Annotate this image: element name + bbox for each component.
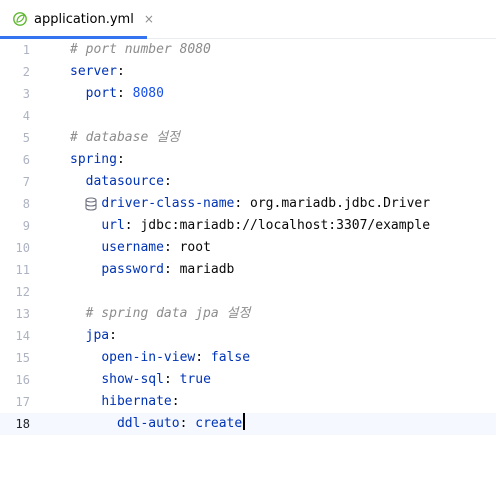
code-line-current[interactable]: 18 ddl-auto: create bbox=[0, 413, 496, 435]
code-line[interactable]: 3 port: 8080 bbox=[0, 83, 496, 105]
yaml-value: org.mariadb.jdbc.Driver bbox=[250, 196, 431, 211]
colon: : bbox=[124, 218, 141, 233]
line-number: 3 bbox=[22, 87, 30, 101]
yaml-key: ddl-auto bbox=[116, 416, 180, 431]
colon: : bbox=[116, 152, 125, 167]
code-line[interactable]: 17 hibernate: bbox=[0, 391, 496, 413]
yaml-value: root bbox=[179, 240, 211, 255]
code-line[interactable]: 7 datasource: bbox=[0, 171, 496, 211]
colon: : bbox=[163, 240, 180, 255]
line-number: 10 bbox=[15, 241, 30, 255]
line-number: 6 bbox=[22, 153, 30, 167]
line-number: 17 bbox=[15, 395, 30, 409]
yaml-key: show-sql bbox=[101, 372, 164, 387]
code-line[interactable]: 13 # spring data jpa 설정 bbox=[0, 303, 496, 325]
line-number: 12 bbox=[15, 285, 30, 299]
code-editor[interactable]: 1 # port number 8080 2 server: 3 port: 8… bbox=[0, 39, 496, 438]
line-number: 1 bbox=[22, 43, 30, 57]
line-number: 9 bbox=[22, 219, 30, 233]
close-icon[interactable]: × bbox=[144, 12, 154, 26]
code-line[interactable]: 9 url: jdbc:mariadb://localhost:3307/exa… bbox=[0, 215, 496, 237]
line-number: 4 bbox=[22, 109, 30, 123]
yaml-key: open-in-view bbox=[101, 350, 196, 365]
line-number: 15 bbox=[15, 351, 30, 365]
line-number: 2 bbox=[22, 65, 30, 79]
yaml-key: url bbox=[101, 218, 125, 233]
yaml-key: spring bbox=[70, 152, 117, 167]
line-number: 14 bbox=[15, 329, 30, 343]
code-line[interactable]: 10 username: root bbox=[0, 237, 496, 259]
database-icon[interactable] bbox=[37, 175, 97, 211]
line-number: 8 bbox=[22, 197, 30, 211]
line-number: 18 bbox=[15, 417, 30, 431]
tab-application-yml[interactable]: application.yml × bbox=[0, 0, 154, 39]
yaml-value: jdbc:mariadb://localhost:3307/example bbox=[140, 218, 431, 233]
colon: : bbox=[179, 416, 196, 431]
yaml-value: mariadb bbox=[179, 262, 235, 277]
yaml-key: username bbox=[101, 240, 164, 255]
code-line[interactable]: 5 # database 설정 bbox=[0, 127, 496, 149]
yaml-value: create bbox=[195, 416, 243, 431]
colon: : bbox=[163, 262, 180, 277]
tab-title: application.yml bbox=[34, 11, 134, 27]
line-number: 11 bbox=[15, 263, 30, 277]
code-line[interactable]: 6 spring: bbox=[0, 149, 496, 171]
yaml-key: driver-class-name bbox=[101, 196, 235, 211]
text-cursor bbox=[243, 413, 246, 430]
code-line[interactable]: 11 password: mariadb bbox=[0, 259, 496, 281]
yaml-key: server bbox=[70, 64, 117, 79]
yaml-key: datasource bbox=[85, 174, 164, 189]
colon: : bbox=[171, 394, 180, 409]
yaml-value: true bbox=[179, 372, 211, 387]
code-line[interactable]: 8 driver-class-name: org.mariadb.jdbc.Dr… bbox=[0, 193, 496, 215]
code-line[interactable]: 1 # port number 8080 bbox=[0, 39, 496, 61]
yaml-key: port bbox=[85, 86, 117, 101]
colon: : bbox=[195, 350, 211, 365]
comment: # database 설정 bbox=[70, 130, 181, 145]
code-line[interactable]: 16 show-sql: true bbox=[0, 369, 496, 391]
yaml-value: false bbox=[210, 350, 251, 365]
line-number: 7 bbox=[22, 175, 30, 189]
editor-tab-bar: application.yml × bbox=[0, 0, 496, 39]
yaml-key: hibernate bbox=[101, 394, 172, 409]
code-line[interactable]: 15 open-in-view: false bbox=[0, 347, 496, 369]
colon: : bbox=[163, 174, 172, 189]
line-number: 13 bbox=[15, 307, 30, 321]
code-line[interactable]: 4 bbox=[0, 105, 496, 127]
colon: : bbox=[116, 64, 125, 79]
comment: # spring data jpa 설정 bbox=[85, 306, 251, 321]
yaml-key: password bbox=[101, 262, 164, 277]
code-line[interactable]: 14 jpa: bbox=[0, 325, 496, 347]
line-number: 5 bbox=[22, 131, 30, 145]
code-line[interactable]: 2 server: bbox=[0, 61, 496, 83]
yaml-value: 8080 bbox=[132, 86, 164, 101]
code-line[interactable]: 12 bbox=[0, 281, 496, 303]
colon: : bbox=[109, 328, 117, 343]
colon: : bbox=[163, 372, 180, 387]
line-number: 16 bbox=[15, 373, 30, 387]
comment: # port number 8080 bbox=[70, 42, 211, 57]
colon: : bbox=[116, 86, 133, 101]
colon: : bbox=[234, 196, 251, 211]
spring-leaf-icon bbox=[12, 11, 28, 27]
yaml-key: jpa bbox=[85, 328, 110, 343]
